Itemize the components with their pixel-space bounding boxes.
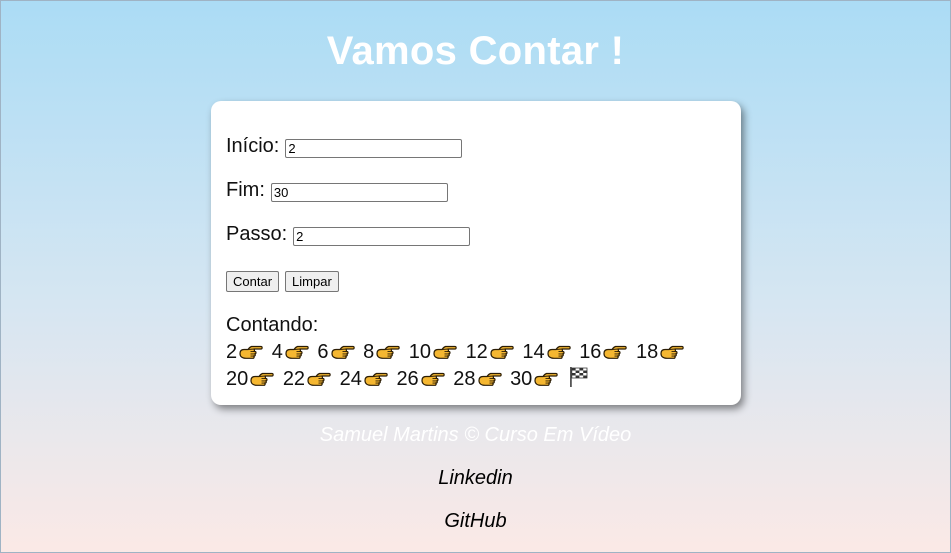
pointing-right-hand-icon [375, 343, 401, 361]
result-area: Contando: 2 4 6 8 10 12 14 16 18 20 22 2… [226, 312, 726, 393]
pointing-right-hand-icon [306, 370, 332, 388]
count-number: 22 [283, 368, 332, 390]
clear-button[interactable]: Limpar [285, 271, 339, 292]
page-title: Vamos Contar ! [326, 29, 625, 73]
pointing-right-hand-icon [489, 343, 515, 361]
count-number: 30 [510, 368, 559, 390]
action-buttons: Contar Limpar [226, 271, 339, 292]
count-number: 10 [409, 341, 458, 363]
count-number: 12 [466, 341, 515, 363]
pointing-right-hand-icon [533, 370, 559, 388]
passo-input[interactable] [293, 226, 471, 246]
fim-row: Fim: [226, 179, 448, 202]
count-sequence: 2 4 6 8 10 12 14 16 18 20 22 24 26 28 30 [226, 339, 726, 393]
count-number: 28 [453, 368, 502, 390]
count-number: 6 [317, 341, 355, 363]
linkedin-link[interactable]: Linkedin [1, 466, 950, 490]
result-heading: Contando: [226, 314, 319, 336]
count-number: 26 [396, 368, 445, 390]
count-number: 4 [272, 341, 310, 363]
inicio-input[interactable] [285, 138, 463, 158]
pointing-right-hand-icon [602, 343, 628, 361]
pointing-right-hand-icon [420, 370, 446, 388]
fim-input[interactable] [270, 182, 448, 202]
count-number: 16 [579, 341, 628, 363]
github-link[interactable]: GitHub [1, 509, 950, 533]
pointing-right-hand-icon [284, 343, 310, 361]
counter-card: Início: Fim: Passo: Contar Limpar Contan… [211, 101, 741, 405]
count-number: 8 [363, 341, 401, 363]
pointing-right-hand-icon [659, 343, 685, 361]
count-number: 2 [226, 341, 264, 363]
pointing-right-hand-icon [546, 343, 572, 361]
pointing-right-hand-icon [249, 370, 275, 388]
pointing-right-hand-icon [330, 343, 356, 361]
count-number: 24 [340, 368, 389, 390]
page-footer: Samuel Martins © Curso Em Vídeo Linkedin… [1, 423, 950, 533]
pointing-right-hand-icon [238, 343, 264, 361]
footer-credit: Samuel Martins © Curso Em Vídeo [319, 424, 632, 446]
pointing-right-hand-icon [363, 370, 389, 388]
inicio-row: Início: [226, 135, 463, 158]
pointing-right-hand-icon [477, 370, 503, 388]
inicio-label: Início: [226, 135, 280, 157]
fim-label: Fim: [226, 179, 265, 201]
count-number: 14 [522, 341, 571, 363]
page-header: Vamos Contar ! [1, 1, 950, 73]
checkered-flag-icon [567, 366, 589, 388]
pointing-right-hand-icon [432, 343, 458, 361]
count-number: 20 [226, 368, 275, 390]
count-button[interactable]: Contar [226, 271, 280, 292]
count-number: 18 [636, 341, 685, 363]
passo-row: Passo: [226, 223, 471, 246]
passo-label: Passo: [226, 223, 288, 245]
